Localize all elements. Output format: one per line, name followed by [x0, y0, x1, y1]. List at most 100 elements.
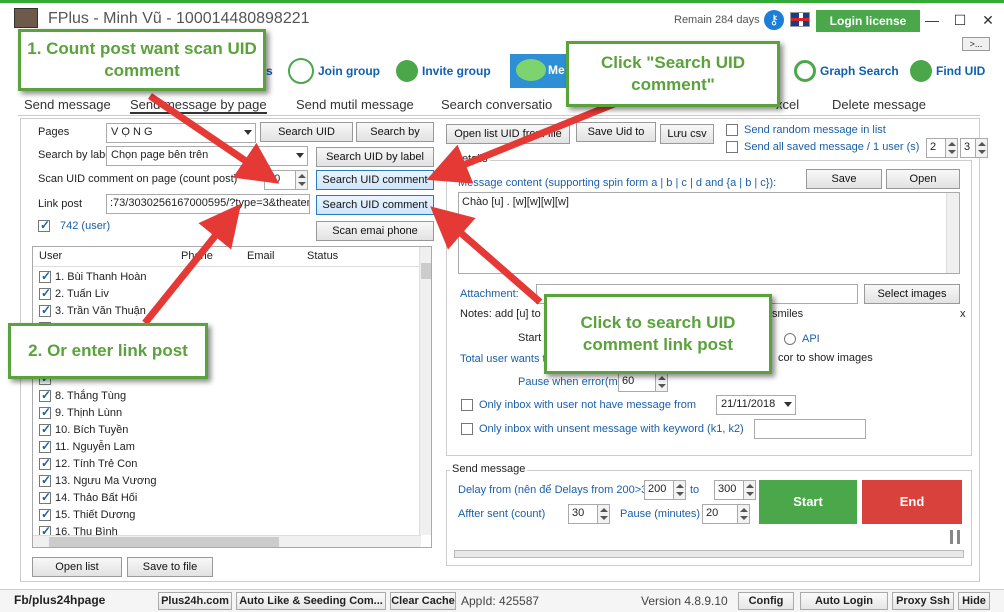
stepper-arrows-icon[interactable] [295, 171, 307, 189]
column-email[interactable]: Email [247, 250, 275, 262]
pause-minutes-stepper[interactable]: 20 [702, 504, 750, 524]
label-select[interactable]: Chọn page bên trên [106, 146, 308, 166]
plus24h-button[interactable]: Plus24h.com [158, 592, 232, 610]
row-checkbox[interactable] [39, 490, 51, 504]
unsent-keyword-input[interactable] [754, 419, 866, 439]
table-row[interactable]: 3. Trần Văn Thuận [33, 303, 421, 320]
toolbar-item-invite-group[interactable]: Invite group [396, 56, 491, 86]
hide-button[interactable]: Hide [958, 592, 990, 610]
table-row[interactable]: 9. Thịnh Lùnn [33, 405, 421, 422]
stepper-arrows-icon[interactable] [597, 505, 609, 523]
notes-close-icon[interactable]: x [960, 308, 966, 320]
toolbar-item-find-uid[interactable]: Find UID [910, 56, 985, 86]
auto-like-button[interactable]: Auto Like & Seeding Com... [236, 592, 386, 610]
table-row[interactable]: 12. Tính Trẻ Con [33, 456, 421, 473]
config-button[interactable]: Config [738, 592, 794, 610]
tab-send-message-by-page[interactable]: Send message by page [130, 97, 267, 114]
horizontal-scrollbar[interactable] [33, 535, 421, 547]
send-all-saved-checkbox[interactable] [726, 141, 738, 153]
table-row[interactable]: 15. Thiết Dương [33, 507, 421, 524]
row-checkbox[interactable] [39, 422, 51, 436]
vertical-scrollbar[interactable] [419, 247, 431, 535]
open-list-button[interactable]: Open list [32, 557, 122, 577]
select-images-button[interactable]: Select images [864, 284, 960, 304]
table-row[interactable]: 10. Bích Tuyền [33, 422, 421, 439]
open-message-button[interactable]: Open [886, 169, 960, 189]
search-uid-comment-button[interactable]: Search UID comment [316, 170, 434, 190]
row-checkbox[interactable] [39, 439, 51, 453]
table-row[interactable]: 13. Ngưu Ma Vương [33, 473, 421, 490]
language-flag-icon[interactable] [790, 12, 810, 27]
key-icon[interactable]: ⚷ [764, 10, 784, 30]
login-license-button[interactable]: Login license [816, 10, 920, 32]
row-checkbox[interactable] [39, 303, 51, 317]
search-uid-button[interactable]: Search UID [260, 122, 353, 142]
pause-error-stepper[interactable]: 60 [618, 372, 668, 392]
user-table[interactable]: User Phone Email Status 1. Bùi Thanh Hoà… [32, 246, 432, 548]
post-count-stepper[interactable]: 10 [264, 170, 308, 190]
tab-send-message[interactable]: Send message [24, 97, 111, 112]
fb-page-link[interactable]: Fb/plus24hpage [14, 593, 105, 607]
message-content-textarea[interactable]: Chào [u] . [w][w][w][w] [458, 192, 960, 274]
row-checkbox[interactable] [39, 456, 51, 470]
auto-login-button[interactable]: Auto Login [800, 592, 888, 610]
tab-search-conversation[interactable]: Search conversatio [441, 97, 552, 112]
save-to-file-button[interactable]: Save to file [127, 557, 213, 577]
clear-cache-button[interactable]: Clear Cache [390, 592, 456, 610]
row-checkbox[interactable] [39, 269, 51, 283]
save-message-button[interactable]: Save [806, 169, 882, 189]
row-checkbox[interactable] [39, 405, 51, 419]
stepper-arrows-icon[interactable] [743, 481, 755, 499]
search-uid-comment-link-button[interactable]: Search UID comment [316, 195, 434, 215]
stepper-arrows-icon[interactable] [975, 139, 987, 157]
tab-delete-message[interactable]: Delete message [832, 97, 926, 112]
column-phone[interactable]: Phone [181, 250, 213, 262]
only-inbox-checkbox[interactable] [461, 399, 473, 411]
end-button[interactable]: End [862, 480, 962, 524]
select-all-checkbox[interactable] [38, 218, 50, 232]
scan-email-phone-button[interactable]: Scan emai phone [316, 221, 434, 241]
only-inbox-date-picker[interactable]: 21/11/2018 [716, 395, 796, 415]
pages-select[interactable]: V Ọ N G [106, 123, 256, 143]
minimize-button[interactable]: — [920, 9, 944, 31]
luu-csv-button[interactable]: Lưu csv [660, 124, 714, 144]
row-checkbox[interactable] [39, 388, 51, 402]
row-checkbox[interactable] [39, 286, 51, 300]
proxy-ssh-button[interactable]: Proxy Ssh [892, 592, 954, 610]
delay-to-stepper[interactable]: 300 [714, 480, 756, 500]
toolbar-item-messages[interactable]: s [266, 56, 273, 86]
table-row[interactable]: 8. Thắng Tùng [33, 388, 421, 405]
table-row[interactable]: 2. Tuấn Liv [33, 286, 421, 303]
stepper-arrows-icon[interactable] [655, 373, 667, 391]
stepper-arrows-icon[interactable] [737, 505, 749, 523]
toolbar-item-messenger-active[interactable]: Me [510, 54, 566, 88]
start-button[interactable]: Start [759, 480, 857, 524]
saved-min-stepper[interactable]: 2 [926, 138, 958, 158]
table-row[interactable]: 14. Thảo Bất Hối [33, 490, 421, 507]
table-row[interactable]: 11. Nguyễn Lam [33, 439, 421, 456]
toolbar-item-graph-search[interactable]: Graph Search [794, 56, 899, 86]
save-uid-to-button[interactable]: Save Uid to [576, 122, 656, 142]
more-button[interactable]: >... [962, 37, 990, 51]
search-uid-by-label-button[interactable]: Search UID by label [316, 147, 434, 167]
maximize-button[interactable]: ☐ [948, 9, 972, 31]
table-row[interactable]: 1. Bùi Thanh Hoàn [33, 269, 421, 286]
row-checkbox[interactable] [39, 473, 51, 487]
saved-max-stepper[interactable]: 3 [960, 138, 988, 158]
column-user[interactable]: User [39, 250, 62, 262]
pause-icon[interactable] [950, 530, 960, 544]
stepper-arrows-icon[interactable] [945, 139, 957, 157]
textarea-scrollbar[interactable] [946, 193, 959, 273]
tab-send-mutil-message[interactable]: Send mutil message [296, 97, 414, 112]
send-random-checkbox[interactable] [726, 124, 738, 136]
api-radio[interactable] [784, 333, 796, 345]
link-post-input[interactable]: :73/3030256167000595/?type=3&theater [106, 194, 310, 214]
delay-from-stepper[interactable]: 200 [644, 480, 686, 500]
close-button[interactable]: ✕ [976, 9, 1000, 31]
row-checkbox[interactable] [39, 507, 51, 521]
search-by-button[interactable]: Search by [356, 122, 434, 142]
stepper-arrows-icon[interactable] [673, 481, 685, 499]
unsent-keyword-checkbox[interactable] [461, 423, 473, 435]
column-status[interactable]: Status [307, 250, 338, 262]
toolbar-item-join-group[interactable]: Join group [288, 56, 380, 86]
